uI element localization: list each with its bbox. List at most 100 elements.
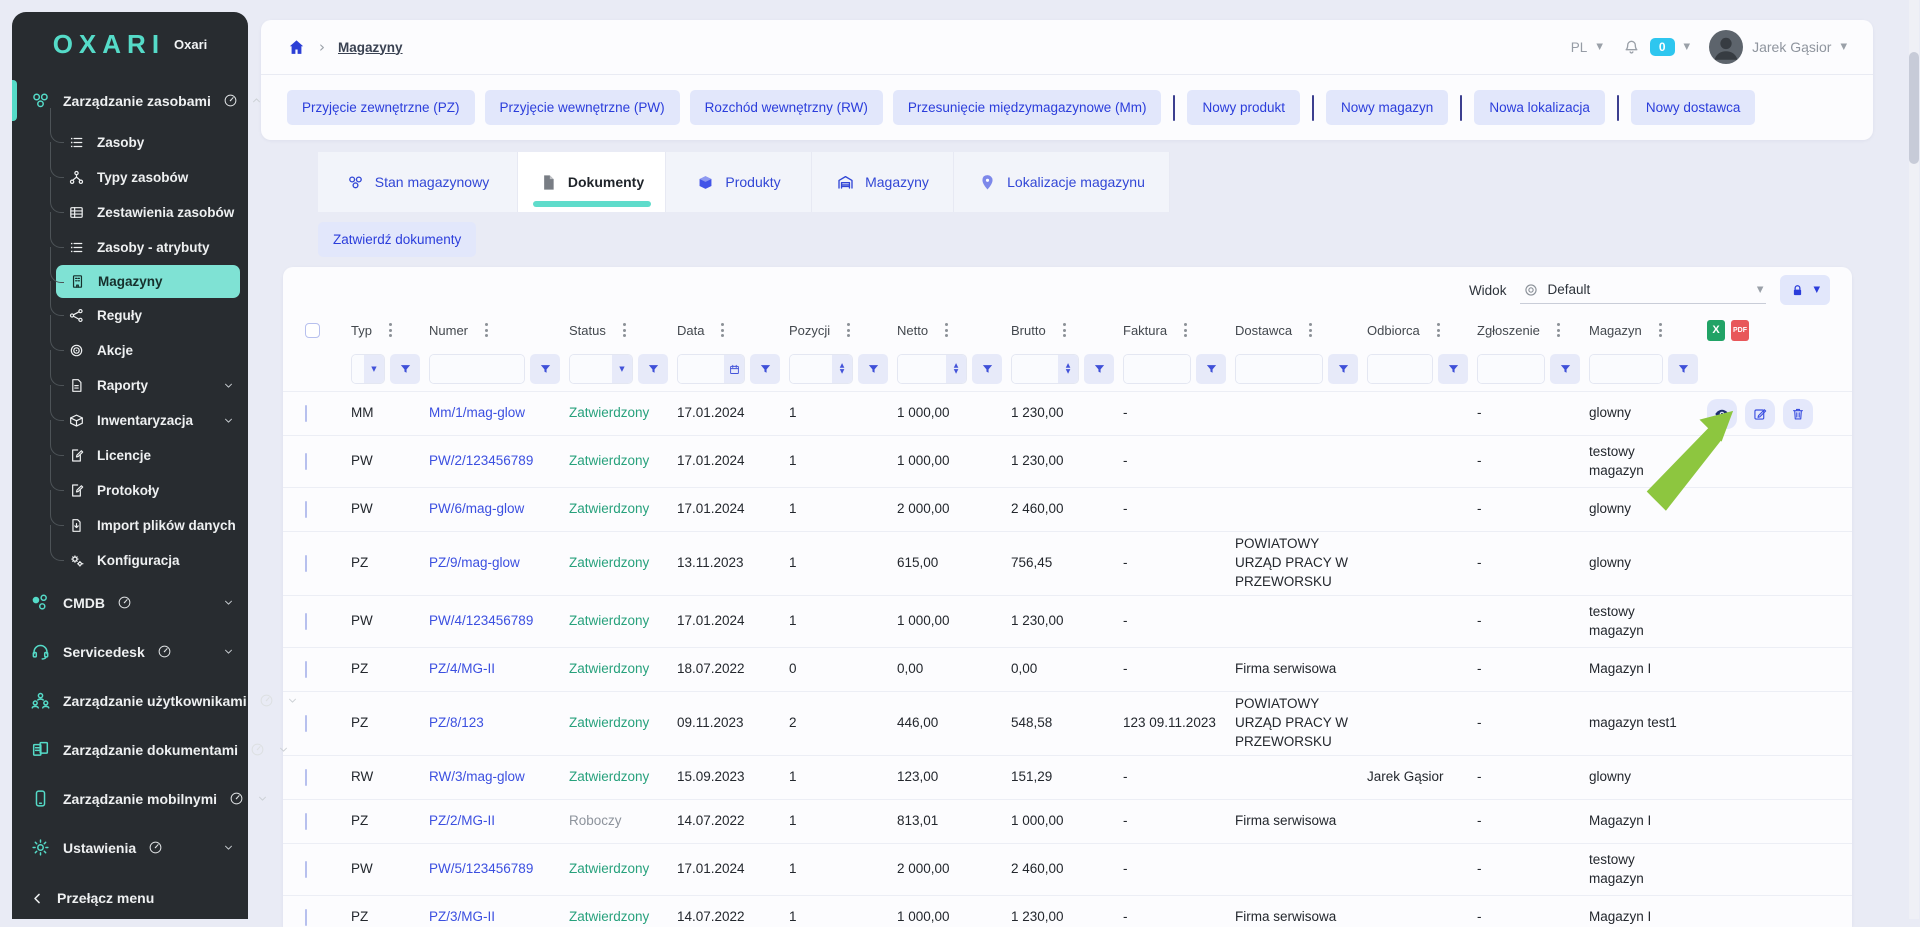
avatar[interactable] <box>1709 30 1743 64</box>
column-menu-icon[interactable] <box>1555 321 1562 339</box>
approve-documents-button[interactable]: Zatwierdź dokumenty <box>318 222 476 257</box>
sidebar-item-zasoby[interactable]: Zasoby <box>12 125 248 160</box>
view-row-button[interactable] <box>1707 399 1737 429</box>
sidebar-item-protokoły[interactable]: Protokoły <box>12 473 248 508</box>
sidebar-item-typy-zasobów[interactable]: Typy zasobów <box>12 160 248 195</box>
row-checkbox[interactable] <box>305 813 307 830</box>
filter-input-faktura[interactable] <box>1123 354 1191 384</box>
column-menu-icon[interactable] <box>1435 321 1442 339</box>
filter-button-data[interactable] <box>750 354 780 384</box>
row-checkbox[interactable] <box>305 661 307 678</box>
filter-button-typ[interactable] <box>390 354 420 384</box>
filter-button-zgłoszenie[interactable] <box>1550 354 1580 384</box>
home-icon[interactable] <box>287 38 306 57</box>
column-menu-icon[interactable] <box>621 321 628 339</box>
filter-input-brutto[interactable]: ▲▼ <box>1011 354 1079 384</box>
column-menu-icon[interactable] <box>1657 321 1664 339</box>
sidebar-item-zarządzanie-użytkownikami[interactable]: Zarządzanie użytkownikami <box>12 676 248 725</box>
toolbar-button-nowy-produkt[interactable]: Nowy produkt <box>1187 90 1300 125</box>
sidebar-item-raporty[interactable]: Raporty <box>12 368 248 403</box>
notification-caret-icon[interactable]: ▼ <box>1684 42 1691 52</box>
language-selector[interactable]: PL <box>1571 40 1588 55</box>
cell-numer[interactable]: PZ/3/MG-II <box>429 908 569 927</box>
column-menu-icon[interactable] <box>719 321 726 339</box>
filter-button-pozycji[interactable] <box>858 354 888 384</box>
row-checkbox[interactable] <box>305 613 307 630</box>
spinner-down-icon[interactable]: ▼ <box>1066 369 1071 375</box>
filter-input-field[interactable] <box>352 355 364 383</box>
filter-button-dostawca[interactable] <box>1328 354 1358 384</box>
sidebar-item-zarządzanie-mobilnymi[interactable]: Zarządzanie mobilnymi <box>12 774 248 823</box>
filter-input-field[interactable] <box>790 355 832 383</box>
filter-adornment[interactable]: ▼ <box>364 355 384 383</box>
filter-button-faktura[interactable] <box>1196 354 1226 384</box>
tab-lokalizacje-magazynu[interactable]: Lokalizacje magazynu <box>954 152 1170 212</box>
sidebar-item-reguły[interactable]: Reguły <box>12 298 248 333</box>
toolbar-button-nowy-magazyn[interactable]: Nowy magazyn <box>1326 90 1448 125</box>
filter-input-field[interactable] <box>898 355 946 383</box>
tab-magazyny[interactable]: Magazyny <box>812 152 954 212</box>
sidebar-item-magazyny[interactable]: Magazyny <box>56 265 240 298</box>
column-menu-icon[interactable] <box>1307 321 1314 339</box>
filter-input-data[interactable] <box>677 354 745 384</box>
sidebar-item-zarządzanie-dokumentami[interactable]: Zarządzanie dokumentami <box>12 725 248 774</box>
filter-button-brutto[interactable] <box>1084 354 1114 384</box>
sidebar-item-zasoby-atrybuty[interactable]: Zasoby - atrybuty <box>12 230 248 265</box>
filter-adornment[interactable]: ▼ <box>612 355 632 383</box>
breadcrumb-current[interactable]: Magazyny <box>338 40 403 55</box>
cell-numer[interactable]: PZ/9/mag-glow <box>429 554 569 573</box>
logo[interactable]: OXARI Oxari <box>12 12 248 76</box>
sidebar-item-licencje[interactable]: Licencje <box>12 438 248 473</box>
row-checkbox[interactable] <box>305 453 307 470</box>
cell-numer[interactable]: PW/2/123456789 <box>429 452 569 471</box>
filter-input-zgłoszenie[interactable] <box>1477 354 1545 384</box>
cell-numer[interactable]: PW/6/mag-glow <box>429 500 569 519</box>
bell-icon[interactable] <box>1622 38 1641 57</box>
cell-numer[interactable]: PZ/4/MG-II <box>429 660 569 679</box>
filter-input-status[interactable]: ▼ <box>569 354 633 384</box>
column-menu-icon[interactable] <box>387 321 394 339</box>
row-checkbox[interactable] <box>305 769 307 786</box>
toolbar-button-przesunięcie-międzymagazynowe-mm[interactable]: Przesunięcie międzymagazynowe (Mm) <box>893 90 1162 125</box>
toolbar-button-przyjęcie-wewnętrzne-pw[interactable]: Przyjęcie wewnętrzne (PW) <box>485 90 680 125</box>
edit-row-button[interactable] <box>1745 399 1775 429</box>
filter-input-netto[interactable]: ▲▼ <box>897 354 967 384</box>
toolbar-button-nowa-lokalizacja[interactable]: Nowa lokalizacja <box>1474 90 1605 125</box>
page-scrollbar-thumb[interactable] <box>1909 52 1919 164</box>
filter-button-status[interactable] <box>638 354 668 384</box>
filter-adornment[interactable]: ▲▼ <box>832 355 852 383</box>
spinner-down-icon[interactable]: ▼ <box>954 369 959 375</box>
language-caret-icon[interactable]: ▼ <box>1596 42 1603 52</box>
user-caret-icon[interactable]: ▼ <box>1840 42 1847 52</box>
cell-numer[interactable]: RW/3/mag-glow <box>429 768 569 787</box>
notification-badge[interactable]: 0 <box>1650 38 1675 56</box>
sidebar-item-inwentaryzacja[interactable]: Inwentaryzacja <box>12 403 248 438</box>
filter-adornment[interactable] <box>724 355 744 383</box>
lock-view-button[interactable]: ▼ <box>1780 275 1830 305</box>
select-all-checkbox[interactable] <box>305 323 320 338</box>
column-menu-icon[interactable] <box>845 321 852 339</box>
filter-input-field[interactable] <box>1124 355 1190 383</box>
filter-input-field[interactable] <box>570 355 612 383</box>
toolbar-button-przyjęcie-zewnętrzne-pz[interactable]: Przyjęcie zewnętrzne (PZ) <box>287 90 475 125</box>
view-select[interactable]: Default ▼ <box>1520 277 1766 304</box>
cell-numer[interactable]: PW/4/123456789 <box>429 612 569 631</box>
column-menu-icon[interactable] <box>1061 321 1068 339</box>
sidebar-item-akcje[interactable]: Akcje <box>12 333 248 368</box>
row-checkbox[interactable] <box>305 715 307 732</box>
filter-input-odbiorca[interactable] <box>1367 354 1433 384</box>
tab-stan-magazynowy[interactable]: Stan magazynowy <box>318 152 518 212</box>
filter-input-field[interactable] <box>678 355 724 383</box>
sidebar-item-przełącz-menu[interactable]: Przełącz menu <box>12 876 248 920</box>
tab-dokumenty[interactable]: Dokumenty <box>518 152 666 212</box>
filter-input-dostawca[interactable] <box>1235 354 1323 384</box>
column-menu-icon[interactable] <box>1182 321 1189 339</box>
filter-input-field[interactable] <box>430 355 524 383</box>
delete-row-button[interactable] <box>1783 399 1813 429</box>
sidebar-item-servicedesk[interactable]: Servicedesk <box>12 627 248 676</box>
row-checkbox[interactable] <box>305 405 307 422</box>
filter-input-field[interactable] <box>1012 355 1058 383</box>
row-checkbox[interactable] <box>305 501 307 518</box>
row-checkbox[interactable] <box>305 555 307 572</box>
sidebar-item-ustawienia[interactable]: Ustawienia <box>12 823 248 872</box>
